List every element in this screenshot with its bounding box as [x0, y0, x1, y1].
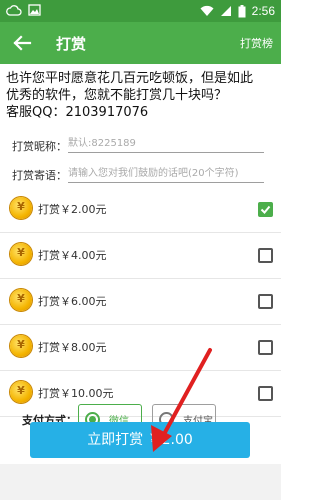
nickname-placeholder: 默认:8225189	[68, 138, 136, 149]
back-arrow-icon[interactable]	[10, 31, 34, 55]
tip-option-6[interactable]: 打赏￥6.00元	[0, 278, 281, 325]
tip-option-8[interactable]: 打赏￥8.00元	[0, 324, 281, 371]
cloud-icon	[6, 5, 22, 16]
message-input[interactable]: 请输入您对我们鼓励的话吧(20个字符)	[68, 164, 264, 183]
intro-line-2: 优秀的软件，您就不能打赏几十块吗？	[6, 88, 228, 103]
message-label: 打赏寄语：	[12, 169, 67, 182]
notification-icons	[6, 4, 41, 16]
clock: 2:56	[251, 4, 275, 18]
app-toolbar: 打赏 打赏榜	[0, 22, 281, 64]
tip-option-label: 打赏￥6.00元	[38, 295, 107, 308]
tip-option-label: 打赏￥4.00元	[38, 249, 107, 262]
ranking-button[interactable]: 打赏榜	[240, 35, 273, 51]
battery-icon	[238, 4, 246, 17]
pay-now-button[interactable]: 立即打赏 ￥2.00	[30, 422, 250, 458]
tip-checkbox[interactable]	[258, 248, 273, 263]
tip-option-label: 打赏￥8.00元	[38, 341, 107, 354]
signal-icon	[220, 6, 231, 16]
bottom-area	[0, 464, 281, 500]
tip-option-2[interactable]: 打赏￥2.00元	[0, 186, 281, 233]
tip-checkbox[interactable]	[258, 294, 273, 309]
coin-icon	[10, 335, 32, 357]
tip-option-4[interactable]: 打赏￥4.00元	[0, 232, 281, 279]
intro-text: 也许您平时愿意花几百元吃顿饭，但是如此 优秀的软件，您就不能打赏几十块吗？ 客服…	[6, 70, 278, 121]
tip-checkbox[interactable]	[258, 202, 273, 217]
page-title: 打赏	[56, 35, 87, 53]
status-bar: 2:56	[0, 0, 281, 22]
tip-checkbox[interactable]	[258, 340, 273, 355]
nickname-input[interactable]: 默认:8225189	[68, 134, 264, 153]
image-icon	[28, 4, 41, 16]
nickname-label: 打赏昵称：	[12, 140, 67, 153]
support-qq: 客服QQ：2103917076	[6, 105, 149, 120]
coin-icon	[10, 243, 32, 265]
system-icons: 2:56	[200, 3, 275, 19]
coin-icon	[10, 197, 32, 219]
tip-option-label: 打赏￥2.00元	[38, 203, 107, 216]
message-placeholder: 请输入您对我们鼓励的话吧(20个字符)	[68, 168, 239, 179]
intro-line-1: 也许您平时愿意花几百元吃顿饭，但是如此	[6, 71, 254, 86]
coin-icon	[10, 289, 32, 311]
wifi-icon	[200, 5, 214, 16]
